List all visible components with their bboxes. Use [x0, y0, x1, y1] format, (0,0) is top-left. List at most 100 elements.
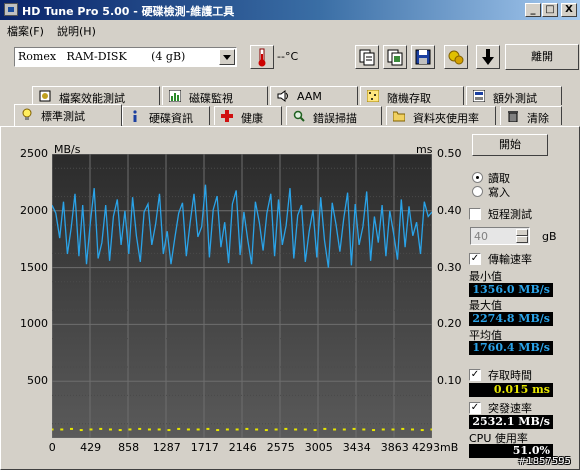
- random-access-icon: [367, 90, 379, 102]
- start-button[interactable]: 開始: [472, 134, 548, 156]
- transfer-rate-checkbox[interactable]: ✓: [469, 253, 481, 265]
- short-test-checkbox[interactable]: [469, 208, 481, 220]
- write-radio[interactable]: [472, 186, 483, 197]
- extra-tests-icon: [473, 90, 485, 102]
- short-test-unit: gB: [542, 230, 557, 243]
- access-time-point: [157, 428, 161, 431]
- copy-text-icon[interactable]: [355, 45, 379, 69]
- access-time-point: [138, 427, 142, 430]
- download-icon[interactable]: [476, 45, 500, 69]
- copy-image-icon[interactable]: [383, 45, 407, 69]
- y-left-tick-label: 2000: [20, 203, 48, 217]
- exit-button[interactable]: 離開: [505, 44, 579, 70]
- drive-select[interactable]: Romex RAM-DISK (4 gB): [14, 47, 237, 67]
- tab-folder-usage[interactable]: 資料夾使用率: [386, 106, 496, 125]
- menu-help[interactable]: 說明(H): [57, 23, 96, 39]
- menu-file[interactable]: 檔案(F): [7, 23, 44, 39]
- tab-health[interactable]: 健康: [214, 106, 282, 125]
- minimize-button[interactable]: _: [525, 3, 541, 17]
- access-time-label: 存取時間: [488, 369, 532, 382]
- health-cross-icon: [221, 110, 233, 122]
- speaker-icon: [277, 90, 288, 102]
- access-time-point: [225, 428, 229, 431]
- access-time-checkbox[interactable]: ✓: [469, 369, 481, 381]
- access-time-point: [79, 429, 83, 432]
- access-time-point: [89, 428, 93, 431]
- tab-erase[interactable]: 清除: [500, 106, 562, 125]
- y-left-tick-label: 2500: [20, 147, 48, 160]
- menu-bar: 檔案(F) 說明(H): [0, 20, 580, 39]
- burst-rate-checkbox[interactable]: ✓: [469, 402, 481, 414]
- y-right-tick-label: 0.10: [437, 374, 462, 388]
- lightbulb-icon: [22, 108, 32, 120]
- access-time-point: [196, 428, 200, 431]
- chevron-down-icon[interactable]: [219, 49, 235, 65]
- x-tick-label: 858: [118, 441, 140, 454]
- access-time-point: [177, 427, 181, 430]
- spin-up-icon[interactable]: [516, 229, 528, 236]
- folder-icon: [393, 111, 405, 122]
- trash-icon: [508, 111, 518, 122]
- read-radio[interactable]: [472, 172, 483, 183]
- short-test-spinner[interactable]: 40: [470, 227, 530, 245]
- access-time-point: [147, 428, 151, 431]
- y-left-tick-label: 1000: [20, 317, 48, 331]
- drive-select-value: Romex RAM-DISK (4 gB): [18, 50, 186, 63]
- spin-down-icon[interactable]: [516, 236, 528, 243]
- access-time-point: [264, 429, 268, 432]
- access-time-point: [255, 428, 259, 431]
- access-time-point: [167, 429, 171, 432]
- access-time-point: [313, 429, 317, 432]
- x-tick-label: 2575: [266, 441, 295, 454]
- access-time-point: [323, 427, 327, 430]
- y-left-tick-label: 500: [27, 374, 48, 388]
- x-tick-label: 2146: [228, 441, 257, 454]
- access-time-point: [430, 428, 432, 431]
- save-icon[interactable]: [411, 45, 435, 69]
- access-time-point: [352, 427, 356, 430]
- tab-disk-monitor[interactable]: 磁碟監視: [162, 86, 268, 105]
- access-time-point: [52, 428, 54, 431]
- tab-random-access[interactable]: 隨機存取: [360, 86, 464, 105]
- access-time-point: [216, 429, 220, 432]
- tab-error-scan[interactable]: 錯誤掃描: [286, 106, 382, 125]
- close-button[interactable]: X: [561, 3, 577, 17]
- access-time-point: [381, 428, 385, 431]
- magnifier-icon: [293, 110, 305, 122]
- min-value: 1356.0 MB/s: [469, 283, 553, 297]
- y-right-tick-label: 0.50: [437, 147, 462, 160]
- avg-value: 1760.4 MB/s: [469, 341, 553, 355]
- tab-info[interactable]: 硬碟資訊: [122, 106, 210, 125]
- title-bar[interactable]: HD Tune Pro 5.00 - 硬碟檢測-維護工具 _ □ X: [0, 0, 580, 20]
- x-tick-label: 3005: [304, 441, 333, 454]
- tab-benchmark[interactable]: 標準測試: [14, 104, 122, 126]
- x-tick-label: 1717: [190, 441, 219, 454]
- short-test-label: 短程測試: [488, 208, 532, 221]
- access-time-point: [108, 428, 112, 431]
- file-benchmark-icon: [39, 90, 51, 102]
- x-tick-label: 3434: [342, 441, 371, 454]
- access-time-point: [333, 428, 337, 431]
- access-time-point: [362, 428, 366, 431]
- y-right-tick-label: 0.20: [437, 317, 462, 331]
- transfer-rate-label: 傳輸速率: [488, 253, 532, 266]
- x-tick-label: 0: [48, 441, 56, 454]
- access-time-point: [235, 428, 239, 431]
- tab-file-benchmark[interactable]: 檔案效能測試: [32, 86, 160, 105]
- access-time-point: [186, 428, 190, 431]
- burst-rate-label: 突發速率: [488, 402, 532, 415]
- tab-extra-tests[interactable]: 額外測試: [466, 86, 562, 105]
- options-icon[interactable]: [444, 45, 468, 69]
- x-tick-label: 3863: [380, 441, 409, 454]
- thermometer-icon[interactable]: [250, 45, 274, 69]
- burst-rate-value: 2532.1 MB/s: [469, 415, 553, 429]
- maximize-button[interactable]: □: [542, 3, 558, 17]
- tab-aam[interactable]: AAM: [270, 86, 358, 105]
- watermark: #1857595: [518, 456, 571, 467]
- access-time-point: [420, 429, 424, 432]
- access-time-point: [69, 427, 73, 430]
- access-time-point: [245, 427, 249, 430]
- access-time-point: [206, 427, 210, 430]
- x-tick-label: 1287: [152, 441, 181, 454]
- access-time-point: [391, 428, 395, 431]
